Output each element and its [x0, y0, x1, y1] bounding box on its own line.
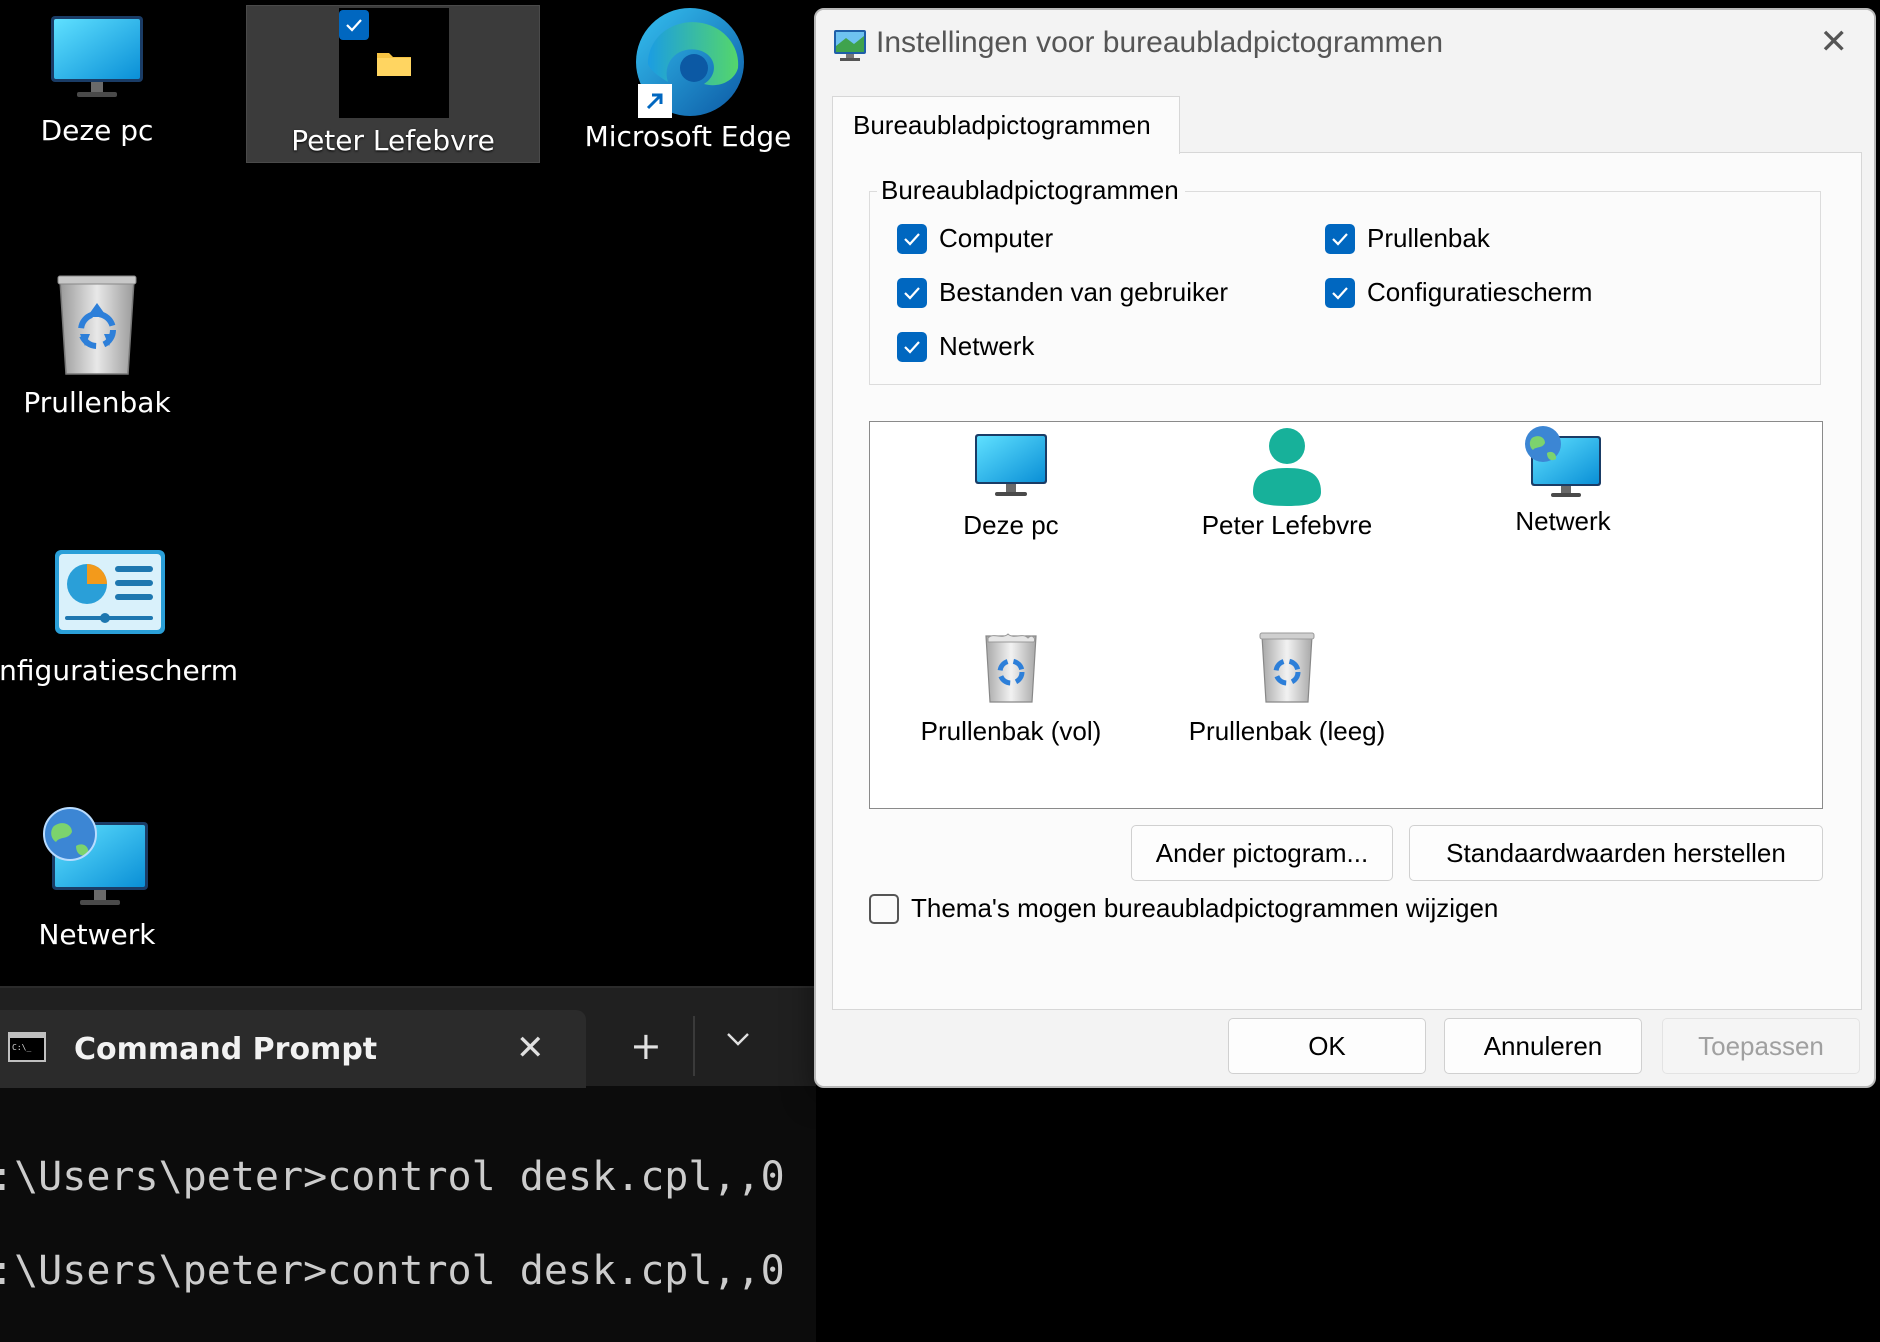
terminal-line: :\Users\peter>control desk.cpl,,0 — [0, 1154, 785, 1200]
shortcut-arrow-icon — [638, 84, 672, 118]
ok-button[interactable]: OK — [1228, 1018, 1426, 1074]
checkbox-control-panel[interactable]: Configuratiescherm — [1325, 277, 1592, 308]
user-icon — [1253, 428, 1321, 506]
checkmark-icon — [346, 19, 362, 32]
apply-button[interactable]: Toepassen — [1662, 1018, 1860, 1074]
recycle-bin-full-icon — [985, 633, 1037, 703]
desktop-icon-recycle-bin[interactable]: Prullenbak — [12, 272, 182, 432]
terminal-tab-bar: C:\_ Command Prompt ✕ + — [0, 986, 816, 1088]
checkmark-icon — [1332, 286, 1348, 300]
list-item-label: Prullenbak (vol) — [920, 716, 1102, 746]
monitor-icon — [975, 434, 1047, 496]
checkmark-icon — [1332, 232, 1348, 246]
desktop-icon-user-folder[interactable]: Peter Lefebvre — [246, 5, 540, 163]
checkbox-checked[interactable] — [1325, 223, 1355, 254]
terminal-line: :\Users\peter>control desk.cpl,,0 — [0, 1248, 785, 1294]
checkbox-user-files[interactable]: Bestanden van gebruiker — [897, 277, 1228, 308]
checkbox-recycle-bin[interactable]: Prullenbak — [1325, 223, 1490, 254]
checkbox-label: Thema's mogen bureaubladpictogrammen wij… — [911, 893, 1499, 923]
list-item-label: Netwerk — [1515, 506, 1611, 536]
checkbox-checked[interactable] — [897, 331, 927, 362]
checkbox-checked[interactable] — [897, 223, 927, 254]
desktop-icon-label: Netwerk — [38, 918, 156, 951]
checkbox-computer[interactable]: Computer — [897, 223, 1053, 254]
checkmark-icon — [904, 232, 920, 246]
list-item-recycle-empty[interactable]: Prullenbak (leeg) — [1157, 630, 1417, 747]
cancel-button[interactable]: Annuleren — [1444, 1018, 1642, 1074]
checkbox-themes-can-change[interactable]: Thema's mogen bureaubladpictogrammen wij… — [869, 893, 1498, 924]
close-tab-icon[interactable]: ✕ — [516, 1028, 545, 1068]
network-icon — [43, 807, 148, 905]
list-item-user[interactable]: Peter Lefebvre — [1157, 426, 1417, 541]
dialog-titlebar[interactable]: Instellingen voor bureaubladpictogrammen… — [816, 10, 1874, 80]
desktop-icon-label: Deze pc — [40, 114, 154, 147]
desktop-icon-edge[interactable]: Microsoft Edge — [583, 4, 793, 164]
terminal-tab[interactable]: C:\_ Command Prompt ✕ — [0, 1010, 586, 1088]
checkmark-icon — [904, 340, 920, 354]
checkmark-icon — [904, 286, 920, 300]
desktop-icon-label: Peter Lefebvre — [291, 124, 495, 157]
desktop-icon-network[interactable]: Netwerk — [12, 806, 182, 966]
checkbox-label: Prullenbak — [1367, 223, 1490, 253]
list-item-recycle-full[interactable]: Prullenbak (vol) — [881, 630, 1141, 747]
control-panel-icon — [55, 550, 165, 634]
monitor-icon — [51, 16, 143, 97]
new-tab-icon[interactable]: + — [630, 1024, 662, 1068]
checkbox-unchecked[interactable] — [869, 893, 899, 924]
network-icon — [1525, 426, 1601, 497]
recycle-bin-empty-icon — [1259, 632, 1315, 703]
terminal-window: C:\_ Command Prompt ✕ + :\Users\peter>co… — [0, 986, 816, 1342]
checkbox-network[interactable]: Netwerk — [897, 331, 1034, 362]
checkbox-label: Netwerk — [939, 331, 1035, 361]
tab-separator — [693, 1016, 695, 1076]
checkbox-checked[interactable] — [897, 277, 927, 308]
checkbox-checked[interactable] — [1325, 277, 1355, 308]
tab-desktop-icons[interactable]: Bureaubladpictogrammen — [832, 96, 1180, 154]
checkbox-label: Configuratiescherm — [1367, 277, 1593, 307]
close-icon[interactable]: ✕ — [1820, 22, 1849, 62]
list-item-network[interactable]: Netwerk — [1433, 424, 1693, 537]
cmd-icon: C:\_ — [8, 1032, 46, 1062]
list-item-label: Prullenbak (leeg) — [1188, 716, 1386, 746]
desktop-icon-label: onfiguratiescherm — [0, 654, 238, 687]
desktop-icon-label: Microsoft Edge — [584, 120, 792, 153]
dialog-title: Instellingen voor bureaubladpictogrammen — [876, 26, 1444, 59]
chevron-down-icon[interactable] — [726, 1032, 750, 1046]
checkbox-label: Computer — [939, 223, 1054, 253]
tab-panel: Bureaubladpictogrammen Computer Prullenb… — [832, 152, 1862, 1010]
desktop-icon-this-pc[interactable]: Deze pc — [12, 6, 182, 166]
list-item-label: Peter Lefebvre — [1201, 510, 1373, 540]
recycle-bin-icon — [57, 275, 137, 375]
list-item-label: Deze pc — [963, 510, 1059, 540]
groupbox-label: Bureaubladpictogrammen — [877, 175, 1185, 206]
terminal-tab-title: Command Prompt — [74, 1032, 378, 1067]
folder-icon — [377, 53, 411, 76]
selection-checkbox[interactable] — [339, 10, 369, 40]
desktop-icon-control-panel[interactable]: onfiguratiescherm — [0, 548, 260, 708]
tab-label: Bureaubladpictogrammen — [853, 110, 1151, 140]
restore-defaults-button[interactable]: Standaardwaarden herstellen — [1409, 825, 1823, 881]
checkbox-label: Bestanden van gebruiker — [939, 277, 1229, 307]
change-icon-button[interactable]: Ander pictogram... — [1131, 825, 1393, 881]
icon-preview-list[interactable]: Deze pc Peter Lefebvre Netwerk Prullenba… — [869, 421, 1823, 809]
desktop-icon-label: Prullenbak — [23, 386, 171, 419]
svg-text:C:\_: C:\_ — [12, 1043, 31, 1052]
desktop-icon-settings-dialog: Instellingen voor bureaubladpictogrammen… — [814, 8, 1876, 1088]
display-settings-icon — [834, 30, 866, 61]
list-item-this-pc[interactable]: Deze pc — [881, 430, 1141, 541]
